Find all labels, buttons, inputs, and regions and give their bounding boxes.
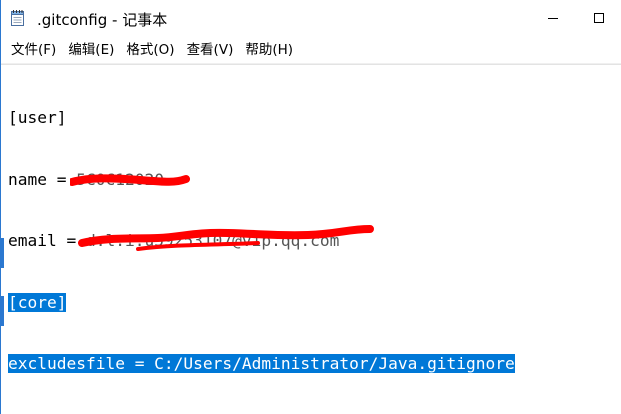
text-line-2: name = 5C0C12020: [8, 170, 515, 191]
text-line-5: excludesfile = C:/Users/Administrator/Ja…: [8, 354, 515, 375]
left-edge-mark-bottom: [1, 296, 4, 326]
selected-excludesfile: excludesfile = C:/Users/Administrator/Ja…: [8, 354, 515, 373]
menu-help[interactable]: 帮助(H): [239, 39, 299, 61]
menu-edit[interactable]: 编辑(E): [62, 39, 120, 61]
menu-bar: 文件(F) 编辑(E) 格式(O) 查看(V) 帮助(H): [1, 37, 621, 64]
window-title: .gitconfig - 记事本: [37, 11, 168, 29]
minimize-icon: [547, 9, 559, 28]
menu-format[interactable]: 格式(O): [120, 39, 180, 61]
left-edge-mark-top: [1, 238, 4, 268]
menu-file[interactable]: 文件(F): [5, 39, 62, 61]
text-content[interactable]: [user] name = 5C0C12020 email = d.l.i.u5…: [8, 67, 515, 414]
text-line-3: email = d.l.i.u59253107@vip.qq.com: [8, 225, 515, 252]
text-line-4: [core]: [8, 292, 515, 314]
text-line-1: [user]: [8, 108, 67, 127]
maximize-icon: [593, 9, 605, 28]
minimize-button[interactable]: [530, 0, 576, 37]
email-value-redacted: d.l.i.u59253107@vip.qq.com: [77, 225, 374, 252]
menu-view[interactable]: 查看(V): [181, 39, 240, 61]
notepad-window: .gitconfig - 记事本 文件(F) 编辑(E) 格式(O) 查看(V)…: [0, 0, 621, 414]
text-editor[interactable]: [user] name = 5C0C12020 email = d.l.i.u5…: [1, 64, 621, 414]
email-value: d.l.i.u59253107@vip.qq.com: [85, 231, 340, 250]
name-value-redacted: 5C0C12020: [70, 169, 191, 191]
email-key: email =: [8, 231, 86, 250]
name-value: 5C0C12020: [76, 169, 164, 189]
title-bar[interactable]: .gitconfig - 记事本: [1, 0, 621, 37]
notepad-icon[interactable]: [10, 9, 26, 27]
name-key: name =: [8, 169, 77, 189]
selected-core: [core]: [8, 292, 67, 312]
maximize-button[interactable]: [576, 0, 621, 37]
